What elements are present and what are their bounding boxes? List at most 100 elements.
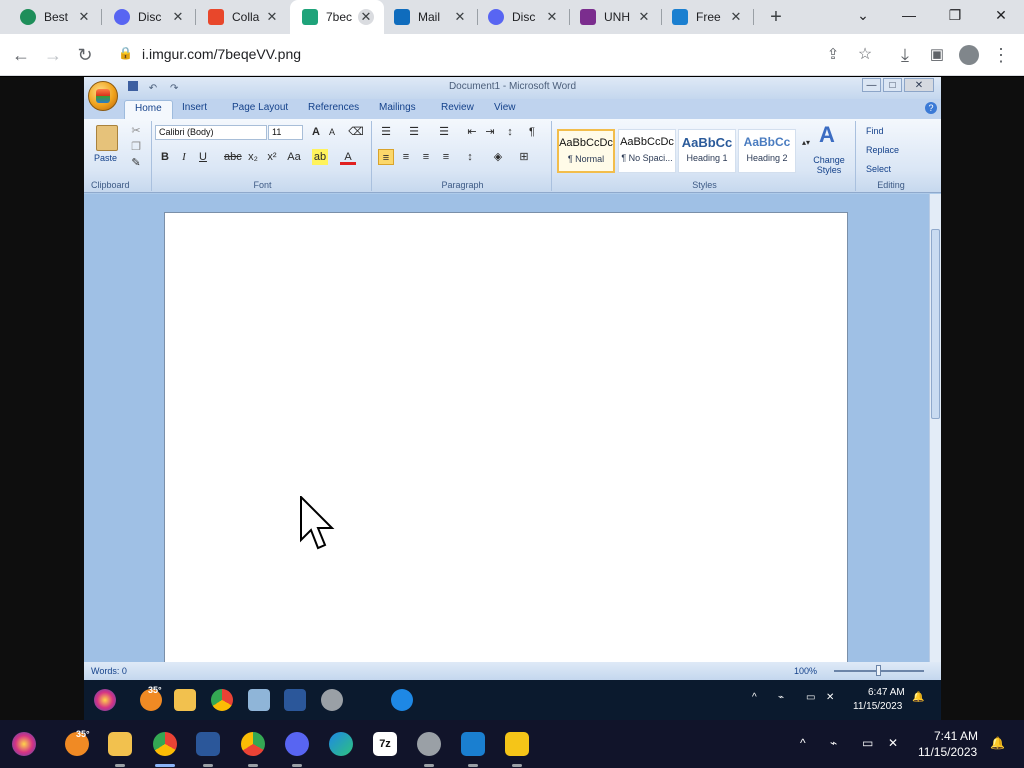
change-styles-label: Change Styles <box>813 155 845 175</box>
notification-icon[interactable]: 🔔 <box>990 736 1005 750</box>
style-preview: AaBbCcDc <box>620 136 674 148</box>
share-icon[interactable]: ⇪ <box>820 42 846 68</box>
tab-label: Colla <box>232 10 260 24</box>
side-panel-icon[interactable]: ▣ <box>924 42 950 68</box>
back-button[interactable]: ← <box>8 42 34 68</box>
style-heading-2: AaBbCc Heading 2 <box>738 129 796 173</box>
download-icon[interactable]: ⤓ <box>892 42 918 68</box>
font-name-field: Calibri (Body) <box>155 125 267 140</box>
word-screenshot: Document1 - Microsoft Word ↶ ↷ — □ ✕ Hom… <box>84 77 941 680</box>
running-indicator <box>424 764 434 767</box>
show-formatting-icon: ¶ <box>529 126 535 138</box>
word-button[interactable] <box>196 732 220 756</box>
tab-label: Disc <box>138 10 162 24</box>
imgur-icon <box>302 9 318 25</box>
weather-temp: 35° <box>76 729 90 739</box>
settings-icon <box>321 689 343 711</box>
start-button[interactable] <box>12 732 36 756</box>
bullets-icon: ☰ <box>381 126 391 138</box>
browser-tab-6[interactable]: Disc ✕ <box>478 0 570 34</box>
styles-group-label: Styles <box>692 180 717 190</box>
tray-network-icon[interactable]: ⌁ <box>830 736 837 750</box>
highlight-icon: ab <box>312 149 328 165</box>
tab-close-icon[interactable]: ✕ <box>170 9 186 25</box>
bookmark-star-icon[interactable]: ☆ <box>852 42 878 68</box>
multilevel-list-icon: ☰ <box>439 126 449 138</box>
discord-icon <box>114 9 130 25</box>
paragraph-group-label: Paragraph <box>441 180 484 190</box>
close-window-button[interactable]: ✕ <box>978 0 1024 30</box>
address-bar[interactable]: i.imgur.com/7beqeVV.png <box>142 46 301 62</box>
style-name: Heading 2 <box>746 153 788 163</box>
justify-icon: ≡ <box>442 151 450 163</box>
running-indicator <box>203 764 213 767</box>
word-close-icon: ✕ <box>904 78 934 92</box>
forward-button[interactable]: → <box>40 42 66 68</box>
menu-kebab-icon[interactable]: ⋮ <box>988 42 1014 68</box>
running-indicator <box>248 764 258 767</box>
sort-icon: ↕ <box>507 126 513 138</box>
tab-close-icon[interactable]: ✕ <box>264 9 280 25</box>
browser-tab-2[interactable]: Disc ✕ <box>102 0 196 34</box>
document-page <box>164 212 848 672</box>
zoom-slider-thumb <box>876 665 881 676</box>
browser-tab-8[interactable]: Free ✕ <box>662 0 754 34</box>
help-icon: ? <box>925 102 937 114</box>
increase-indent-icon: ⇥ <box>485 126 495 138</box>
tab-close-icon[interactable]: ✕ <box>76 9 92 25</box>
browser-tab-active[interactable]: 7bec ✕ <box>290 0 384 34</box>
style-heading-1: AaBbCc Heading 1 <box>678 129 736 173</box>
find-label: Find <box>866 126 884 136</box>
strikethrough-icon: abc <box>224 151 242 163</box>
browser-tab-5[interactable]: Mail ✕ <box>384 0 478 34</box>
tab-label: Disc <box>512 10 536 24</box>
style-preview: AaBbCc <box>681 135 733 150</box>
tray-display-icon[interactable]: ▭ <box>862 736 873 750</box>
tab-close-icon[interactable]: ✕ <box>636 9 652 25</box>
clock-time[interactable]: 7:41 AM <box>934 729 978 743</box>
tab-close-icon[interactable]: ✕ <box>728 9 744 25</box>
browser-tab-3[interactable]: Colla ✕ <box>196 0 290 34</box>
tab-close-icon[interactable]: ✕ <box>452 9 468 25</box>
settings-button[interactable] <box>417 732 441 756</box>
discord-button[interactable] <box>285 732 309 756</box>
style-normal: AaBbCcDc ¶ Normal <box>557 129 615 173</box>
align-center-icon: ≡ <box>402 151 410 163</box>
browser-toolbar: ← → ↻ 🔒 i.imgur.com/7beqeVV.png ⇪ ☆ ⤓ ▣ … <box>0 34 1024 76</box>
7zip-button[interactable]: 7z <box>373 732 397 756</box>
tray-chevron-icon[interactable]: ^ <box>800 736 806 750</box>
styles-scroll-icon: ▴▾ <box>801 138 811 147</box>
reload-button[interactable]: ↻ <box>72 42 98 68</box>
word-titlebar: Document1 - Microsoft Word ↶ ↷ — □ ✕ <box>84 77 941 99</box>
tray-chevron-icon: ^ <box>752 692 757 703</box>
maximize-button[interactable]: ❐ <box>932 0 978 30</box>
edge-icon <box>391 689 413 711</box>
inner-notification-icon: 🔔 <box>912 692 925 703</box>
running-indicator <box>468 764 478 767</box>
discord-icon <box>488 9 504 25</box>
file-explorer-button[interactable] <box>108 732 132 756</box>
chrome-button[interactable] <box>153 732 177 756</box>
new-tab-button[interactable]: + <box>766 7 786 27</box>
profile-avatar[interactable] <box>956 42 982 68</box>
tab-search-button[interactable]: ⌄ <box>840 0 886 30</box>
minimize-button[interactable]: — <box>886 0 932 30</box>
word-icon <box>284 689 306 711</box>
browser-tab-7[interactable]: UNH ✕ <box>570 0 662 34</box>
app-button-2[interactable] <box>505 732 529 756</box>
app-button[interactable] <box>461 732 485 756</box>
lock-icon[interactable]: 🔒 <box>118 46 133 62</box>
tray-volume-icon[interactable]: ✕ <box>888 736 898 750</box>
browser-tab-1[interactable]: Best ✕ <box>0 0 102 34</box>
chrome-icon <box>211 689 233 711</box>
inner-clock-date: 11/15/2023 <box>853 701 903 712</box>
tab-close-icon[interactable]: ✕ <box>358 9 374 25</box>
decrease-indent-icon: ⇤ <box>467 126 477 138</box>
tab-close-icon[interactable]: ✕ <box>544 9 560 25</box>
paste-icon <box>96 125 118 151</box>
shrink-font-icon: A <box>328 127 335 137</box>
chrome-profile-button[interactable] <box>241 732 265 756</box>
weather-temp: 35° <box>148 685 162 695</box>
clock-date[interactable]: 11/15/2023 <box>918 745 977 759</box>
edge-button[interactable] <box>329 732 353 756</box>
